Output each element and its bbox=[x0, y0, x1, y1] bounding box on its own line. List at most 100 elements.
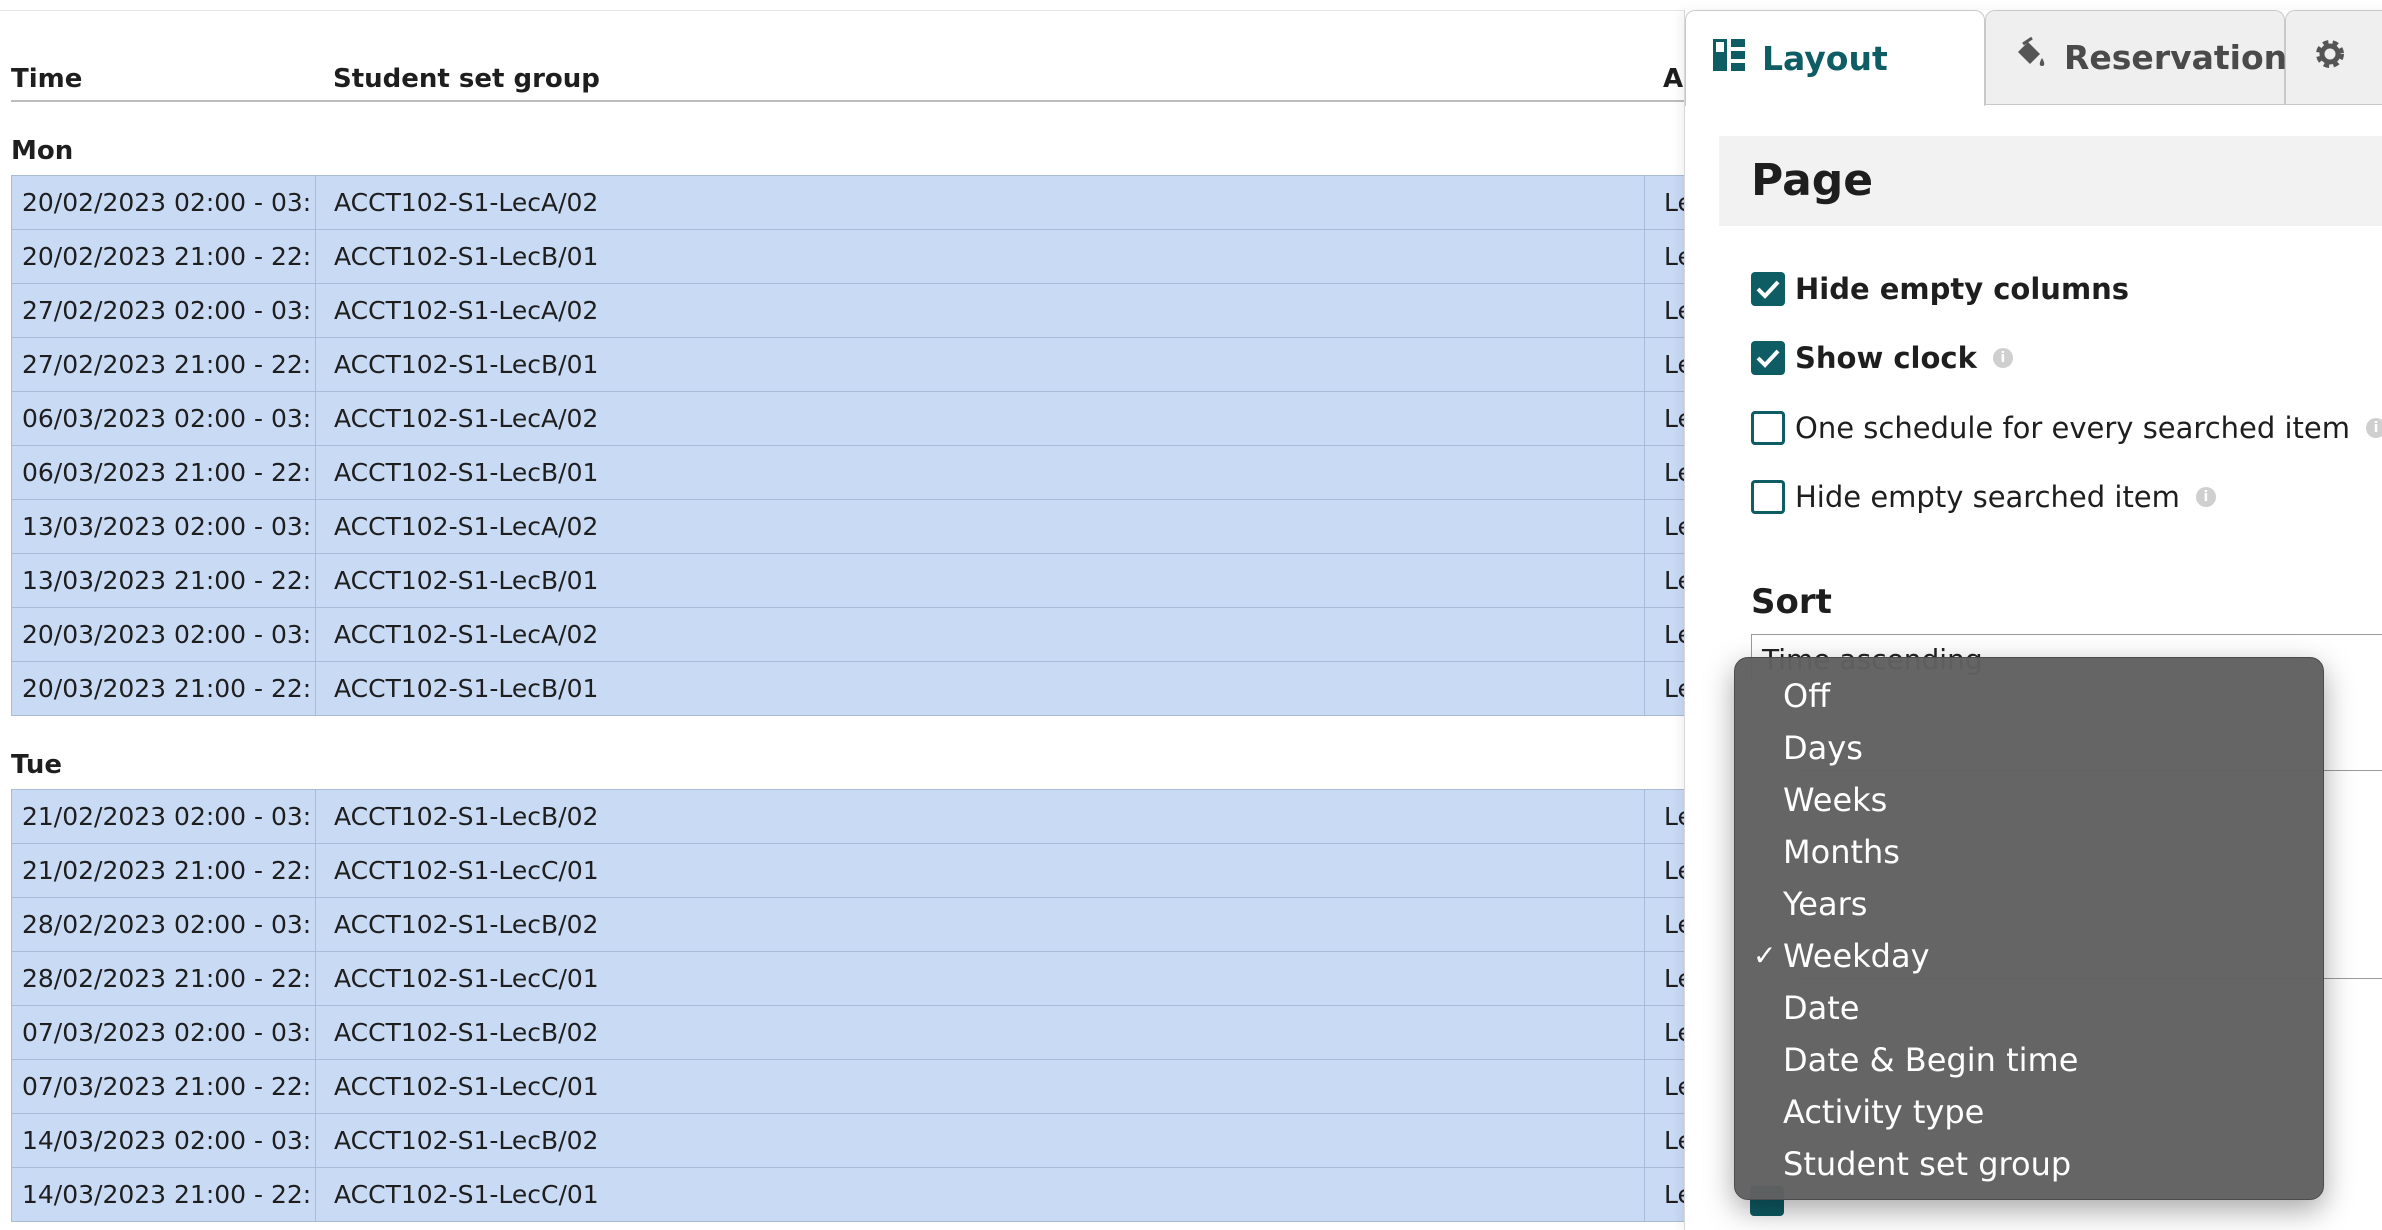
student-set-group-cell: ACCT102-S1-LecC/01 bbox=[334, 964, 599, 993]
tab-settings[interactable] bbox=[2285, 10, 2382, 104]
table-row[interactable]: 21/02/2023 02:00 - 03:00 ACCT102-S1-LecB/… bbox=[12, 790, 1712, 844]
column-header-time[interactable]: Time bbox=[11, 64, 82, 94]
student-set-group-cell: ACCT102-S1-LecB/02 bbox=[334, 1126, 599, 1155]
time-cell: 20/03/2023 02:00 - 03:00 bbox=[22, 620, 312, 649]
table-row[interactable]: 20/02/2023 02:00 - 03:00 ACCT102-S1-LecA/… bbox=[12, 176, 1712, 230]
dropdown-item-label: Off bbox=[1783, 677, 1831, 715]
option-label: Show clock bbox=[1795, 341, 1977, 375]
student-set-group-cell: ACCT102-S1-LecA/02 bbox=[334, 404, 599, 433]
dropdown-item-label: Weeks bbox=[1783, 781, 1888, 819]
gear-icon bbox=[2312, 36, 2348, 80]
option-label: Hide empty columns bbox=[1795, 272, 2130, 306]
time-cell: 27/02/2023 21:00 - 22:00 bbox=[22, 350, 312, 379]
student-set-group-cell: ACCT102-S1-LecB/01 bbox=[334, 566, 599, 595]
option-show-clock[interactable]: Show clock i bbox=[1751, 341, 2013, 375]
table-row[interactable]: 13/03/2023 02:00 - 03:00 ACCT102-S1-LecA/… bbox=[12, 500, 1712, 554]
column-header-student-set-group[interactable]: Student set group bbox=[333, 64, 600, 94]
option-label: Hide empty searched item bbox=[1795, 480, 2180, 514]
table-row[interactable]: 06/03/2023 02:00 - 03:00 ACCT102-S1-LecA/… bbox=[12, 392, 1712, 446]
table-row[interactable]: 07/03/2023 02:00 - 03:00 ACCT102-S1-LecB/… bbox=[12, 1006, 1712, 1060]
table-row[interactable]: 14/03/2023 02:00 - 03:00 ACCT102-S1-LecB/… bbox=[12, 1114, 1712, 1168]
table-row[interactable]: 27/02/2023 02:00 - 03:00 ACCT102-S1-LecA/… bbox=[12, 284, 1712, 338]
table-row[interactable]: 20/03/2023 21:00 - 22:00 ACCT102-S1-LecB/… bbox=[12, 662, 1712, 715]
time-cell: 20/02/2023 21:00 - 22:00 bbox=[22, 242, 312, 271]
dropdown-item-label: Student set group bbox=[1783, 1145, 2072, 1183]
student-set-group-cell: ACCT102-S1-LecA/02 bbox=[334, 188, 599, 217]
student-set-group-cell: ACCT102-S1-LecB/02 bbox=[334, 1018, 599, 1047]
checkbox-unchecked[interactable] bbox=[1751, 480, 1785, 514]
time-cell: 14/03/2023 21:00 - 22:00 bbox=[22, 1180, 312, 1209]
checkmark-icon: ✓ bbox=[1753, 939, 1777, 972]
dropdown-item-years[interactable]: Years bbox=[1735, 878, 2323, 930]
time-cell: 27/02/2023 02:00 - 03:00 bbox=[22, 296, 312, 325]
info-icon[interactable]: i bbox=[2366, 418, 2382, 438]
table-row[interactable]: 20/03/2023 02:00 - 03:00 ACCT102-S1-LecA/… bbox=[12, 608, 1712, 662]
group-label-mon: Mon bbox=[11, 136, 74, 166]
top-divider bbox=[0, 10, 1690, 11]
sort-label: Sort bbox=[1751, 582, 1832, 622]
time-cell: 13/03/2023 02:00 - 03:00 bbox=[22, 512, 312, 541]
table-row[interactable]: 06/03/2023 21:00 - 22:00 ACCT102-S1-LecB/… bbox=[12, 446, 1712, 500]
time-cell: 13/03/2023 21:00 - 22:00 bbox=[22, 566, 312, 595]
student-set-group-cell: ACCT102-S1-LecA/02 bbox=[334, 512, 599, 541]
dropdown-item-months[interactable]: Months bbox=[1735, 826, 2323, 878]
time-cell: 28/02/2023 21:00 - 22:00 bbox=[22, 964, 312, 993]
tab-reservations-label: Reservations bbox=[2064, 38, 2307, 77]
dropdown-item-label: Years bbox=[1783, 885, 1868, 923]
section-title-page: Page bbox=[1719, 136, 2382, 226]
dropdown-item-label: Date & Begin time bbox=[1783, 1041, 2079, 1079]
time-cell: 14/03/2023 02:00 - 03:00 bbox=[22, 1126, 312, 1155]
time-cell: 06/03/2023 02:00 - 03:00 bbox=[22, 404, 312, 433]
dropdown-item-label: Date bbox=[1783, 989, 1860, 1027]
dropdown-item-activity-type[interactable]: Activity type bbox=[1735, 1086, 2323, 1138]
student-set-group-cell: ACCT102-S1-LecB/01 bbox=[334, 674, 599, 703]
table-row[interactable]: 21/02/2023 21:00 - 22:00 ACCT102-S1-LecC/… bbox=[12, 844, 1712, 898]
student-set-group-cell: ACCT102-S1-LecA/02 bbox=[334, 620, 599, 649]
checkbox-checked[interactable] bbox=[1751, 272, 1785, 306]
student-set-group-cell: ACCT102-S1-LecB/01 bbox=[334, 350, 599, 379]
info-icon[interactable]: i bbox=[1992, 348, 2013, 368]
option-hide-empty-columns[interactable]: Hide empty columns bbox=[1751, 272, 2129, 306]
dropdown-item-off[interactable]: Off bbox=[1735, 670, 2323, 722]
student-set-group-cell: ACCT102-S1-LecB/01 bbox=[334, 242, 599, 271]
table-row[interactable]: 07/03/2023 21:00 - 22:00 ACCT102-S1-LecC/… bbox=[12, 1060, 1712, 1114]
info-icon[interactable]: i bbox=[2195, 487, 2216, 507]
table-row[interactable]: 13/03/2023 21:00 - 22:00 ACCT102-S1-LecB/… bbox=[12, 554, 1712, 608]
checkbox-checked[interactable] bbox=[1751, 341, 1785, 375]
student-set-group-cell: ACCT102-S1-LecB/01 bbox=[334, 458, 599, 487]
table-row[interactable]: 28/02/2023 02:00 - 03:00 ACCT102-S1-LecB/… bbox=[12, 898, 1712, 952]
dropdown-item-weeks[interactable]: Weeks bbox=[1735, 774, 2323, 826]
dropdown-item-weekday[interactable]: ✓ Weekday bbox=[1735, 930, 2323, 982]
tab-layout[interactable]: Layout bbox=[1685, 10, 1985, 108]
time-cell: 07/03/2023 02:00 - 03:00 bbox=[22, 1018, 312, 1047]
dropdown-item-date[interactable]: Date bbox=[1735, 982, 2323, 1034]
group-label-tue: Tue bbox=[11, 750, 63, 780]
paint-bucket-icon bbox=[2012, 36, 2048, 80]
option-label: One schedule for every searched item bbox=[1795, 411, 2351, 445]
time-cell: 21/02/2023 02:00 - 03:00 bbox=[22, 802, 312, 831]
time-cell: 07/03/2023 21:00 - 22:00 bbox=[22, 1072, 312, 1101]
dropdown-item-label: Months bbox=[1783, 833, 1900, 871]
header-divider bbox=[11, 100, 1711, 102]
student-set-group-cell: ACCT102-S1-LecC/01 bbox=[334, 1180, 599, 1209]
table-row[interactable]: 20/02/2023 21:00 - 22:00 ACCT102-S1-LecB/… bbox=[12, 230, 1712, 284]
student-set-group-cell: ACCT102-S1-LecA/02 bbox=[334, 296, 599, 325]
dropdown-item-date-begin-time[interactable]: Date & Begin time bbox=[1735, 1034, 2323, 1086]
time-cell: 28/02/2023 02:00 - 03:00 bbox=[22, 910, 312, 939]
group-rows-tue: 21/02/2023 02:00 - 03:00 ACCT102-S1-LecB/… bbox=[11, 789, 1713, 1222]
tab-reservations[interactable]: Reservations bbox=[1985, 10, 2307, 104]
time-cell: 20/02/2023 02:00 - 03:00 bbox=[22, 188, 312, 217]
option-hide-empty-searched-item[interactable]: Hide empty searched item i bbox=[1751, 480, 2216, 514]
checkbox-unchecked[interactable] bbox=[1751, 411, 1785, 445]
student-set-group-cell: ACCT102-S1-LecC/01 bbox=[334, 856, 599, 885]
time-cell: 06/03/2023 21:00 - 22:00 bbox=[22, 458, 312, 487]
grouping-dropdown-menu: Off Days Weeks Months Years ✓ Weekday Date Date … bbox=[1734, 657, 2324, 1200]
table-row[interactable]: 28/02/2023 21:00 - 22:00 ACCT102-S1-LecC/… bbox=[12, 952, 1712, 1006]
option-one-schedule-for-every-searched-item[interactable]: One schedule for every searched item i bbox=[1751, 411, 2382, 445]
dropdown-item-student-set-group[interactable]: Student set group bbox=[1735, 1138, 2323, 1190]
dropdown-item-days[interactable]: Days bbox=[1735, 722, 2323, 774]
table-row[interactable]: 14/03/2023 21:00 - 22:00 ACCT102-S1-LecC/… bbox=[12, 1168, 1712, 1221]
student-set-group-cell: ACCT102-S1-LecB/02 bbox=[334, 802, 599, 831]
time-cell: 20/03/2023 21:00 - 22:00 bbox=[22, 674, 312, 703]
table-row[interactable]: 27/02/2023 21:00 - 22:00 ACCT102-S1-LecB/… bbox=[12, 338, 1712, 392]
